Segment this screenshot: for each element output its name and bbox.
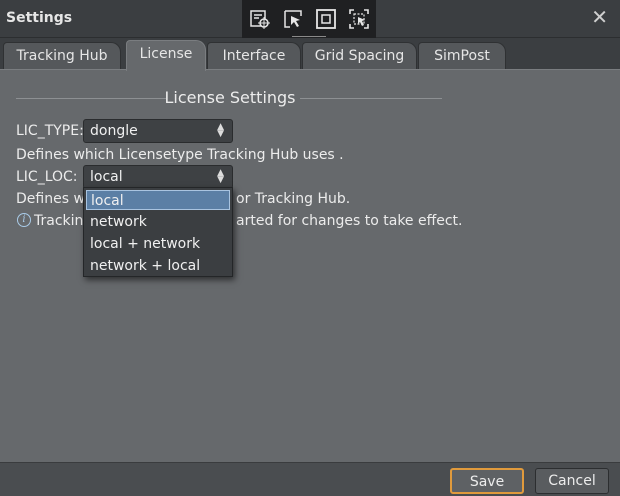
pointer-select-icon[interactable] <box>282 8 304 30</box>
spinner-arrows-icon: ▲ ▼ <box>217 168 224 185</box>
cancel-button[interactable]: Cancel <box>535 468 609 494</box>
section-divider-right <box>300 98 442 99</box>
tab-simpost[interactable]: SimPost <box>418 42 506 70</box>
info-icon: i <box>17 213 31 227</box>
tab-tracking-hub[interactable]: Tracking Hub <box>3 42 121 70</box>
lic-type-description: Defines which Licensetype Tracking Hub u… <box>16 147 344 163</box>
lic-loc-dropdown-list: local network local + network network + … <box>83 187 233 277</box>
region-select-icon[interactable] <box>348 8 370 30</box>
frame-select-icon[interactable] <box>315 8 337 30</box>
tab-bar: Tracking Hub License Interface Grid Spac… <box>0 38 620 71</box>
save-button[interactable]: Save <box>450 468 524 494</box>
dropdown-option-network-local[interactable]: network + local <box>86 256 230 276</box>
spinner-arrows-icon: ▲ ▼ <box>217 122 224 139</box>
tab-interface[interactable]: Interface <box>207 42 301 70</box>
lic-loc-description-end: or Tracking Hub. <box>236 191 351 207</box>
lic-loc-value: local <box>90 169 123 185</box>
lic-type-value: dongle <box>90 123 138 139</box>
dropdown-option-local[interactable]: local <box>86 190 230 210</box>
restart-note-start: Trackin <box>34 213 84 229</box>
lic-type-label: LIC_TYPE: <box>16 123 84 139</box>
close-button[interactable]: ✕ <box>591 6 608 28</box>
target-cursor-icon[interactable] <box>249 8 271 30</box>
dialog-footer: Save Cancel <box>0 462 620 496</box>
dropdown-option-network[interactable]: network <box>86 212 230 232</box>
lic-loc-select[interactable]: local ▲ ▼ <box>83 165 233 189</box>
restart-note-end: arted for changes to take effect. <box>236 213 463 229</box>
tab-grid-spacing[interactable]: Grid Spacing <box>302 42 417 70</box>
lic-loc-label: LIC_LOC: <box>16 169 78 185</box>
dropdown-option-local-network[interactable]: local + network <box>86 234 230 254</box>
close-icon: ✕ <box>591 5 608 29</box>
window-title: Settings <box>6 10 73 26</box>
lic-type-select[interactable]: dongle ▲ ▼ <box>83 119 233 143</box>
tab-license[interactable]: License <box>126 40 206 71</box>
